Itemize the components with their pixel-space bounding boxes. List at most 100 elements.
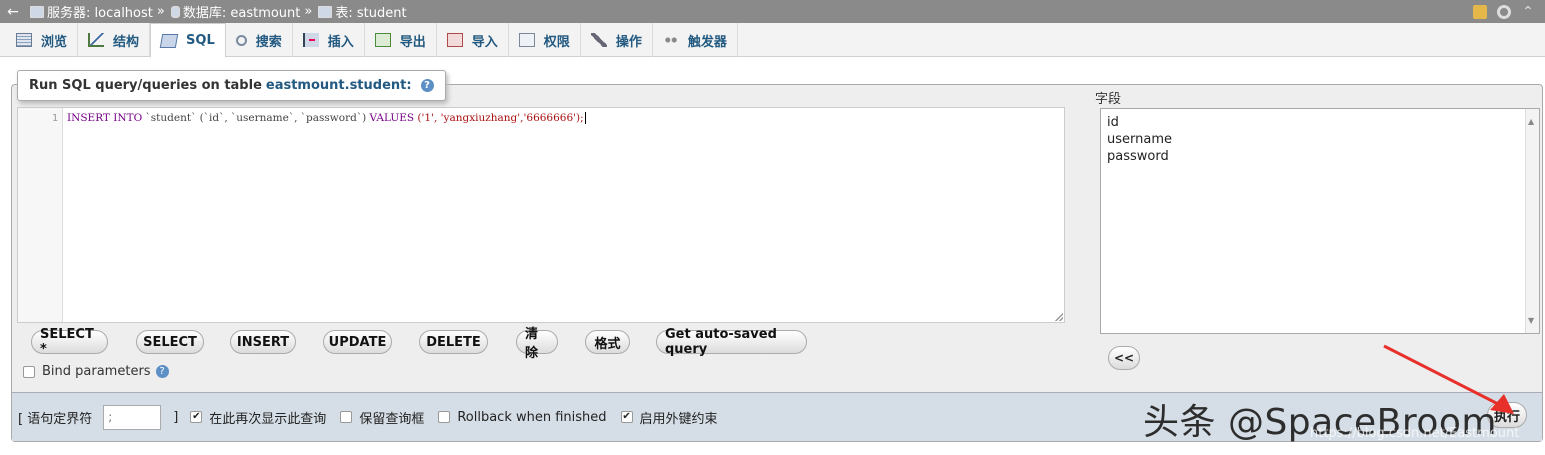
- insert-icon: [302, 33, 319, 47]
- operations-icon: [590, 33, 607, 47]
- tab-export[interactable]: 导出: [365, 23, 437, 57]
- fields-scrollbar[interactable]: ▲ ▼: [1525, 109, 1539, 333]
- search-icon: [235, 34, 247, 46]
- bind-parameters-checkbox[interactable]: [23, 365, 35, 378]
- format-button[interactable]: 格式: [585, 330, 630, 354]
- sql-values: ('1', 'yangxiuzhang','6666666');: [414, 112, 584, 124]
- tab-insert[interactable]: 插入: [293, 23, 365, 57]
- tab-label: 搜索: [255, 34, 282, 50]
- lock-icon[interactable]: [1473, 4, 1487, 19]
- insert-button[interactable]: INSERT: [230, 330, 296, 354]
- keep-box-option[interactable]: 保留查询框: [340, 408, 424, 427]
- tab-privileges[interactable]: 权限: [509, 23, 581, 57]
- delete-button[interactable]: DELETE: [419, 330, 488, 354]
- get-auto-saved-query-button[interactable]: Get auto-saved query: [656, 327, 807, 357]
- breadcrumb-database[interactable]: 数据库: eastmount »: [167, 2, 315, 21]
- watermark-url: https://blog.csdn.net/Eastmount: [1310, 426, 1520, 441]
- breadcrumb-database-label[interactable]: 数据库: eastmount: [183, 2, 301, 21]
- triggers-icon: [662, 33, 679, 47]
- panel-title-prefix: Run SQL query/queries on table: [29, 78, 262, 93]
- tab-label: 导入: [471, 34, 498, 50]
- delimiter-input[interactable]: ;: [103, 404, 162, 430]
- breadcrumb-separator: »: [304, 4, 313, 19]
- foreign-keys-checkbox[interactable]: ✔: [620, 411, 633, 423]
- rollback-label[interactable]: Rollback when finished: [457, 410, 606, 425]
- tab-browse[interactable]: 浏览: [6, 23, 79, 57]
- field-option[interactable]: password: [1107, 148, 1533, 165]
- server-icon: [30, 5, 44, 18]
- tab-structure[interactable]: 结构: [78, 23, 151, 57]
- tab-operations[interactable]: 操作: [581, 23, 653, 57]
- database-icon: [170, 5, 180, 18]
- field-option[interactable]: id: [1107, 114, 1533, 131]
- panel-table-name: eastmount.student:: [265, 78, 412, 93]
- breadcrumb-table[interactable]: 表: student: [314, 2, 407, 21]
- annotation-arrow-icon: [1383, 344, 1514, 414]
- resize-handle-icon[interactable]: [1055, 313, 1063, 321]
- show-again-option[interactable]: ✔ 在此再次显示此查询: [190, 408, 326, 427]
- select-button[interactable]: SELECT: [136, 330, 204, 354]
- structure-icon: [88, 33, 105, 47]
- tab-import[interactable]: 导入: [437, 23, 509, 57]
- editor-gutter: 1: [18, 108, 63, 322]
- keep-box-checkbox[interactable]: [340, 411, 353, 423]
- panel-title: Run SQL query/queries on table eastmount…: [17, 70, 446, 101]
- fields-listbox[interactable]: id username password ▲ ▼: [1100, 108, 1540, 334]
- clear-button[interactable]: 清除: [516, 327, 558, 361]
- sql-code-line[interactable]: INSERT INTO `student` (`id`, `username`,…: [67, 112, 586, 124]
- breadcrumb-server-label[interactable]: 服务器: localhost: [47, 2, 153, 21]
- collapse-icon[interactable]: ⌃: [1521, 5, 1535, 19]
- tab-label: 权限: [543, 34, 570, 50]
- tab-sql[interactable]: SQL: [150, 23, 226, 58]
- tab-triggers[interactable]: 触发器: [653, 23, 738, 57]
- tab-search[interactable]: 搜索: [226, 23, 293, 57]
- show-again-checkbox[interactable]: ✔: [190, 411, 203, 423]
- help-icon[interactable]: ?: [420, 79, 434, 92]
- breadcrumb-bar: ← 服务器: localhost » 数据库: eastmount » 表: s…: [0, 0, 1545, 23]
- breadcrumb-server[interactable]: 服务器: localhost »: [26, 2, 167, 21]
- keep-box-label[interactable]: 保留查询框: [359, 408, 424, 427]
- sql-editor[interactable]: 1 INSERT INTO `student` (`id`, `username…: [17, 107, 1065, 323]
- back-arrow-icon[interactable]: ←: [0, 4, 26, 20]
- import-icon: [446, 33, 463, 47]
- rollback-option[interactable]: Rollback when finished: [438, 410, 607, 425]
- bind-parameters-label[interactable]: Bind parameters: [42, 364, 151, 379]
- text-cursor: [584, 112, 586, 124]
- tab-label: 浏览: [41, 34, 68, 50]
- bind-parameters-row: Bind parameters ?: [23, 364, 169, 379]
- topbar-actions: ⌃: [1473, 4, 1545, 19]
- tab-label: 导出: [399, 34, 426, 50]
- tab-bar: 浏览 结构 SQL 搜索 插入 导出 导入 权限 操作 触发器: [0, 23, 1545, 58]
- tab-label: 触发器: [687, 34, 727, 50]
- tab-label: SQL: [186, 33, 215, 48]
- table-icon: [318, 5, 333, 18]
- export-icon: [374, 33, 391, 47]
- foreign-keys-option[interactable]: ✔ 启用外键约束: [620, 408, 718, 427]
- privileges-icon: [518, 33, 535, 47]
- help-icon[interactable]: ?: [155, 365, 169, 378]
- sql-keyword: INSERT INTO: [67, 112, 143, 124]
- browse-icon: [16, 33, 32, 47]
- tab-label: 插入: [327, 34, 354, 50]
- tab-label: 结构: [113, 34, 140, 50]
- sql-icon: [159, 33, 179, 48]
- tab-label: 操作: [615, 34, 642, 50]
- line-number: 1: [51, 113, 58, 124]
- foreign-keys-label[interactable]: 启用外键约束: [640, 408, 718, 427]
- delimiter-label: [ 语句定界符: [18, 411, 93, 427]
- insert-field-button[interactable]: <<: [1108, 346, 1140, 370]
- breadcrumb-separator: »: [156, 4, 165, 19]
- breadcrumb-table-label[interactable]: 表: student: [335, 2, 406, 21]
- sql-table-columns: `student` (`id`, `username`, `password`): [142, 112, 370, 124]
- show-again-label[interactable]: 在此再次显示此查询: [209, 408, 326, 427]
- scroll-up-icon[interactable]: ▲: [1528, 113, 1534, 130]
- update-button[interactable]: UPDATE: [323, 330, 392, 354]
- sql-keyword: VALUES: [369, 112, 415, 124]
- gear-icon[interactable]: [1497, 4, 1511, 19]
- rollback-checkbox[interactable]: [438, 411, 451, 423]
- field-option[interactable]: username: [1107, 131, 1533, 148]
- scroll-down-icon[interactable]: ▼: [1528, 312, 1534, 329]
- select-star-button[interactable]: SELECT *: [31, 327, 108, 357]
- delimiter-close: ]: [173, 409, 179, 425]
- fields-label: 字段: [1095, 92, 1122, 107]
